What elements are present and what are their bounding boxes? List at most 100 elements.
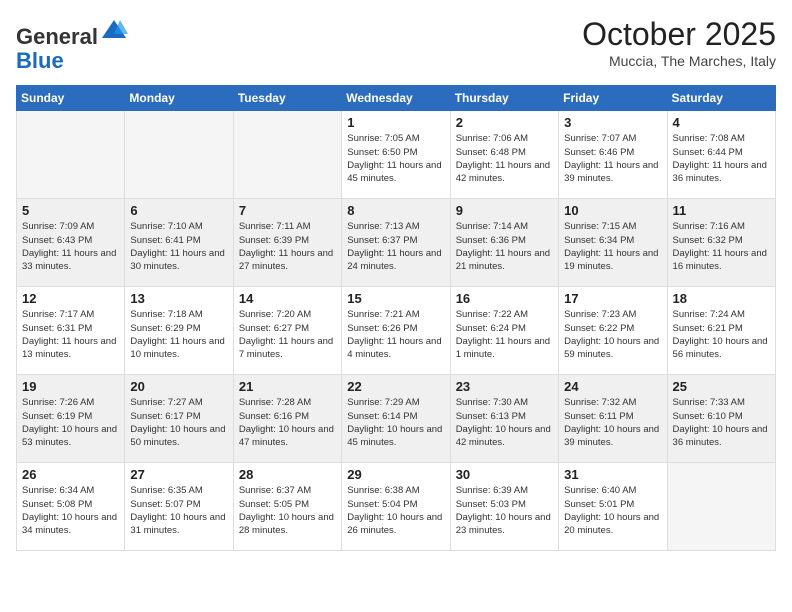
week-row-2: 5 Sunrise: 7:09 AM Sunset: 6:43 PM Daylig… xyxy=(17,199,776,287)
day-number: 11 xyxy=(673,203,770,218)
day-info: Sunrise: 7:17 AM Sunset: 6:31 PM Dayligh… xyxy=(22,308,119,361)
calendar-cell: 2 Sunrise: 7:06 AM Sunset: 6:48 PM Daylig… xyxy=(450,111,558,199)
day-number: 5 xyxy=(22,203,119,218)
day-number: 8 xyxy=(347,203,444,218)
day-number: 7 xyxy=(239,203,336,218)
calendar-cell xyxy=(667,463,775,551)
day-number: 23 xyxy=(456,379,553,394)
day-info: Sunrise: 7:18 AM Sunset: 6:29 PM Dayligh… xyxy=(130,308,227,361)
weekday-header-row: SundayMondayTuesdayWednesdayThursdayFrid… xyxy=(17,86,776,111)
calendar-cell: 30 Sunrise: 6:39 AM Sunset: 5:03 PM Dayli… xyxy=(450,463,558,551)
calendar-cell: 12 Sunrise: 7:17 AM Sunset: 6:31 PM Dayli… xyxy=(17,287,125,375)
calendar-cell: 5 Sunrise: 7:09 AM Sunset: 6:43 PM Daylig… xyxy=(17,199,125,287)
day-number: 15 xyxy=(347,291,444,306)
day-number: 10 xyxy=(564,203,661,218)
day-number: 12 xyxy=(22,291,119,306)
calendar-cell: 25 Sunrise: 7:33 AM Sunset: 6:10 PM Dayli… xyxy=(667,375,775,463)
day-info: Sunrise: 7:26 AM Sunset: 6:19 PM Dayligh… xyxy=(22,396,119,449)
day-info: Sunrise: 7:07 AM Sunset: 6:46 PM Dayligh… xyxy=(564,132,661,185)
week-row-3: 12 Sunrise: 7:17 AM Sunset: 6:31 PM Dayli… xyxy=(17,287,776,375)
calendar-cell: 18 Sunrise: 7:24 AM Sunset: 6:21 PM Dayli… xyxy=(667,287,775,375)
day-info: Sunrise: 7:05 AM Sunset: 6:50 PM Dayligh… xyxy=(347,132,444,185)
day-info: Sunrise: 7:30 AM Sunset: 6:13 PM Dayligh… xyxy=(456,396,553,449)
day-info: Sunrise: 7:13 AM Sunset: 6:37 PM Dayligh… xyxy=(347,220,444,273)
day-info: Sunrise: 7:20 AM Sunset: 6:27 PM Dayligh… xyxy=(239,308,336,361)
calendar-cell: 9 Sunrise: 7:14 AM Sunset: 6:36 PM Daylig… xyxy=(450,199,558,287)
calendar-cell: 13 Sunrise: 7:18 AM Sunset: 6:29 PM Dayli… xyxy=(125,287,233,375)
day-info: Sunrise: 7:06 AM Sunset: 6:48 PM Dayligh… xyxy=(456,132,553,185)
day-number: 13 xyxy=(130,291,227,306)
day-info: Sunrise: 7:16 AM Sunset: 6:32 PM Dayligh… xyxy=(673,220,770,273)
weekday-header-tuesday: Tuesday xyxy=(233,86,341,111)
calendar-cell: 17Sunrise: 7:23 AM Sunset: 6:22 PM Dayli… xyxy=(559,287,667,375)
calendar-cell: 27 Sunrise: 6:35 AM Sunset: 5:07 PM Dayli… xyxy=(125,463,233,551)
day-number: 3 xyxy=(564,115,661,130)
calendar-cell: 31 Sunrise: 6:40 AM Sunset: 5:01 PM Dayli… xyxy=(559,463,667,551)
weekday-header-monday: Monday xyxy=(125,86,233,111)
week-row-5: 26 Sunrise: 6:34 AM Sunset: 5:08 PM Dayli… xyxy=(17,463,776,551)
day-info: Sunrise: 7:14 AM Sunset: 6:36 PM Dayligh… xyxy=(456,220,553,273)
calendar-cell: 20Sunrise: 7:27 AM Sunset: 6:17 PM Dayli… xyxy=(125,375,233,463)
day-number: 30 xyxy=(456,467,553,482)
day-number: 24 xyxy=(564,379,661,394)
day-info: Sunrise: 7:28 AM Sunset: 6:16 PM Dayligh… xyxy=(239,396,336,449)
day-info: Sunrise: 6:38 AM Sunset: 5:04 PM Dayligh… xyxy=(347,484,444,537)
calendar-cell: 1Sunrise: 7:05 AM Sunset: 6:50 PM Daylig… xyxy=(342,111,450,199)
calendar-cell xyxy=(125,111,233,199)
day-number: 9 xyxy=(456,203,553,218)
day-info: Sunrise: 6:34 AM Sunset: 5:08 PM Dayligh… xyxy=(22,484,119,537)
day-number: 17 xyxy=(564,291,661,306)
weekday-header-friday: Friday xyxy=(559,86,667,111)
day-info: Sunrise: 6:37 AM Sunset: 5:05 PM Dayligh… xyxy=(239,484,336,537)
calendar-cell: 29 Sunrise: 6:38 AM Sunset: 5:04 PM Dayli… xyxy=(342,463,450,551)
day-info: Sunrise: 7:33 AM Sunset: 6:10 PM Dayligh… xyxy=(673,396,770,449)
day-info: Sunrise: 7:27 AM Sunset: 6:17 PM Dayligh… xyxy=(130,396,227,449)
calendar-cell: 8 Sunrise: 7:13 AM Sunset: 6:37 PM Daylig… xyxy=(342,199,450,287)
day-info: Sunrise: 7:08 AM Sunset: 6:44 PM Dayligh… xyxy=(673,132,770,185)
day-number: 14 xyxy=(239,291,336,306)
day-number: 18 xyxy=(673,291,770,306)
calendar-cell: 23 Sunrise: 7:30 AM Sunset: 6:13 PM Dayli… xyxy=(450,375,558,463)
calendar-cell: 6Sunrise: 7:10 AM Sunset: 6:41 PM Daylig… xyxy=(125,199,233,287)
page-header: General Blue October 2025 Muccia, The Ma… xyxy=(16,16,776,73)
day-number: 21 xyxy=(239,379,336,394)
day-info: Sunrise: 6:39 AM Sunset: 5:03 PM Dayligh… xyxy=(456,484,553,537)
day-info: Sunrise: 7:09 AM Sunset: 6:43 PM Dayligh… xyxy=(22,220,119,273)
calendar-cell: 15 Sunrise: 7:21 AM Sunset: 6:26 PM Dayli… xyxy=(342,287,450,375)
day-number: 16 xyxy=(456,291,553,306)
day-info: Sunrise: 6:40 AM Sunset: 5:01 PM Dayligh… xyxy=(564,484,661,537)
weekday-header-saturday: Saturday xyxy=(667,86,775,111)
day-number: 26 xyxy=(22,467,119,482)
calendar-cell: 24Sunrise: 7:32 AM Sunset: 6:11 PM Dayli… xyxy=(559,375,667,463)
day-number: 2 xyxy=(456,115,553,130)
day-info: Sunrise: 6:35 AM Sunset: 5:07 PM Dayligh… xyxy=(130,484,227,537)
week-row-4: 19 Sunrise: 7:26 AM Sunset: 6:19 PM Dayli… xyxy=(17,375,776,463)
calendar-cell: 4 Sunrise: 7:08 AM Sunset: 6:44 PM Daylig… xyxy=(667,111,775,199)
day-number: 29 xyxy=(347,467,444,482)
day-info: Sunrise: 7:21 AM Sunset: 6:26 PM Dayligh… xyxy=(347,308,444,361)
day-info: Sunrise: 7:29 AM Sunset: 6:14 PM Dayligh… xyxy=(347,396,444,449)
day-number: 31 xyxy=(564,467,661,482)
day-number: 25 xyxy=(673,379,770,394)
logo-general: General xyxy=(16,24,98,49)
logo-blue: Blue xyxy=(16,48,64,73)
day-number: 4 xyxy=(673,115,770,130)
day-info: Sunrise: 7:22 AM Sunset: 6:24 PM Dayligh… xyxy=(456,308,553,361)
calendar-cell: 26 Sunrise: 6:34 AM Sunset: 5:08 PM Dayli… xyxy=(17,463,125,551)
weekday-header-sunday: Sunday xyxy=(17,86,125,111)
day-number: 22 xyxy=(347,379,444,394)
calendar-cell: 10 Sunrise: 7:15 AM Sunset: 6:34 PM Dayli… xyxy=(559,199,667,287)
day-number: 27 xyxy=(130,467,227,482)
day-number: 19 xyxy=(22,379,119,394)
day-info: Sunrise: 7:11 AM Sunset: 6:39 PM Dayligh… xyxy=(239,220,336,273)
day-number: 28 xyxy=(239,467,336,482)
calendar-cell xyxy=(17,111,125,199)
weekday-header-wednesday: Wednesday xyxy=(342,86,450,111)
day-info: Sunrise: 7:15 AM Sunset: 6:34 PM Dayligh… xyxy=(564,220,661,273)
calendar-cell: 16 Sunrise: 7:22 AM Sunset: 6:24 PM Dayli… xyxy=(450,287,558,375)
weekday-header-thursday: Thursday xyxy=(450,86,558,111)
logo-icon xyxy=(100,16,128,44)
calendar-cell: 14 Sunrise: 7:20 AM Sunset: 6:27 PM Dayli… xyxy=(233,287,341,375)
title-block: October 2025 Muccia, The Marches, Italy xyxy=(582,16,776,69)
day-info: Sunrise: 7:24 AM Sunset: 6:21 PM Dayligh… xyxy=(673,308,770,361)
